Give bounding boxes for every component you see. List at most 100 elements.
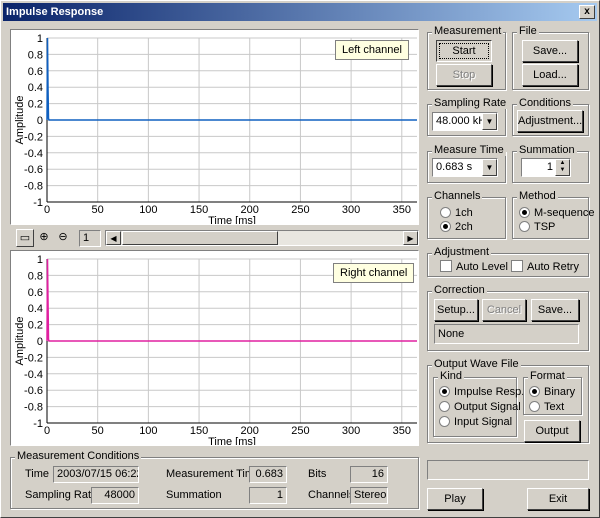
x-tick-label: 50 [92, 204, 104, 216]
channels-cond-label: Channels [308, 489, 355, 501]
file-load-button[interactable]: Load... [522, 64, 578, 86]
radio-selected-icon [529, 386, 540, 397]
sampling-rate-cond-label: Sampling Rate [25, 489, 98, 501]
exit-button[interactable]: Exit [527, 488, 589, 510]
method-tsp-label: TSP [534, 221, 556, 233]
sampling-rate-label: Sampling Rate [432, 97, 509, 109]
y-tick-label: 0.2 [28, 99, 43, 111]
adjustment-label: Adjustment [432, 246, 492, 258]
channels-1ch-radio[interactable]: 1ch [440, 207, 473, 219]
y-tick-label: 0.4 [28, 82, 43, 94]
chevron-down-icon[interactable]: ▼ [482, 113, 497, 130]
radio-icon [440, 207, 451, 218]
y-tick-label: 0 [37, 115, 43, 127]
zoom-in-icon[interactable]: ⊕ [35, 229, 53, 247]
y-tick-label: 0 [37, 336, 43, 348]
x-tick-label: 150 [190, 204, 208, 216]
x-tick-label: 250 [291, 425, 309, 437]
channels-1ch-label: 1ch [455, 207, 473, 219]
measure-time-label: Measure Time [432, 144, 506, 156]
x-tick-label: 300 [342, 204, 360, 216]
method-msequence-label: M-sequence [534, 207, 595, 219]
start-button[interactable]: Start [436, 40, 492, 62]
format-binary-radio[interactable]: Binary [529, 386, 575, 398]
output-wave-file-label: Output Wave File [432, 358, 521, 370]
stop-button[interactable]: Stop [436, 64, 492, 86]
scroll-right-icon[interactable]: ▶ [403, 231, 418, 245]
checkbox-icon [440, 260, 452, 272]
channels-cond-field: Stereo [350, 487, 388, 504]
scroll-thumb[interactable] [122, 231, 278, 245]
x-tick-label: 50 [92, 425, 104, 437]
x-tick-label: 300 [342, 425, 360, 437]
x-tick-label: 100 [139, 204, 157, 216]
y-tick-label: 0.4 [28, 303, 43, 315]
channels-label: Channels [432, 190, 483, 202]
y-tick-label: -1 [33, 418, 43, 430]
kind-impulse-radio[interactable]: Impulse Resp. [439, 386, 524, 398]
title-bar[interactable]: Impulse Response x [3, 3, 597, 21]
left-channel-label: Left channel [335, 40, 409, 60]
radio-selected-icon [519, 207, 530, 218]
x-tick-label: 350 [393, 204, 411, 216]
kind-input-label: Input Signal [454, 416, 513, 428]
channels-2ch-radio[interactable]: 2ch [440, 221, 473, 233]
format-text-label: Text [544, 401, 565, 413]
measurement-time-field: 0.683 [249, 466, 287, 483]
x-tick-label: 250 [291, 204, 309, 216]
format-text-radio[interactable]: Text [529, 401, 564, 413]
method-tsp-radio[interactable]: TSP [519, 221, 555, 233]
correction-setup-button[interactable]: Setup... [434, 299, 478, 321]
output-button[interactable]: Output [524, 420, 580, 442]
play-button[interactable]: Play [427, 488, 483, 510]
right-channel-label: Right channel [333, 263, 415, 283]
method-label: Method [517, 190, 558, 202]
page-number-field[interactable]: 1 [79, 230, 101, 247]
chevron-down-icon[interactable]: ▼ [482, 159, 497, 176]
file-save-button[interactable]: Save... [522, 40, 578, 62]
window-layout-icon[interactable]: ▭ [16, 229, 34, 247]
summation-cond-label: Summation [166, 489, 222, 501]
measurement-time-label: Measurement Time [166, 468, 261, 480]
kind-label: Kind [438, 370, 465, 382]
x-tick-label: 150 [190, 425, 208, 437]
close-button[interactable]: x [579, 5, 595, 19]
y-tick-label: 1 [37, 254, 43, 266]
channels-2ch-label: 2ch [455, 221, 473, 233]
scroll-left-icon[interactable]: ◀ [106, 231, 121, 245]
radio-selected-icon [439, 386, 450, 397]
y-tick-label: -0.8 [24, 402, 43, 414]
kind-input-radio[interactable]: Input Signal [439, 416, 512, 428]
measure-time-select[interactable]: 0.683 s ▼ [432, 158, 498, 177]
y-tick-label: 0.6 [28, 66, 43, 78]
radio-icon [519, 221, 530, 232]
sampling-rate-select[interactable]: 48.000 kHz ▼ [432, 112, 498, 131]
correction-save-button[interactable]: Save... [531, 299, 579, 321]
window-title: Impulse Response [6, 6, 104, 18]
left-channel-plot: 0 50 100 150 200 250 300 350 1 0.8 0.6 0.4 0.2 0 -0.2-… [10, 29, 419, 225]
measure-time-value: 0.683 s [436, 161, 473, 173]
checkbox-icon [511, 260, 523, 272]
summation-spinner[interactable]: 1 ▲ ▼ [521, 158, 571, 177]
zoom-out-icon[interactable]: ⊖ [54, 229, 72, 247]
radio-selected-icon [440, 221, 451, 232]
adjustment-button[interactable]: Adjustment... [517, 110, 583, 132]
auto-level-checkbox[interactable]: Auto Level [440, 260, 508, 273]
sampling-rate-cond-field: 48000 [91, 487, 139, 504]
method-msequence-radio[interactable]: M-sequence [519, 207, 595, 219]
correction-cancel-button[interactable]: Cancel [482, 299, 526, 321]
radio-icon [439, 416, 450, 427]
time-label: Time [25, 468, 50, 480]
spinner-arrows-icon[interactable]: ▲ ▼ [555, 159, 570, 176]
summation-label: Summation [517, 144, 577, 156]
horizontal-scrollbar[interactable]: ◀ ▶ [105, 230, 419, 246]
x-tick-label: 350 [393, 425, 411, 437]
y-tick-label: -1 [33, 197, 43, 209]
conditions-label: Conditions [517, 97, 573, 109]
auto-level-label: Auto Level [456, 261, 508, 273]
auto-retry-checkbox[interactable]: Auto Retry [511, 260, 579, 273]
y-tick-label: -0.6 [24, 385, 43, 397]
kind-output-radio[interactable]: Output Signal [439, 401, 521, 413]
y-tick-label: 0.6 [28, 287, 43, 299]
correction-label: Correction [432, 284, 487, 296]
